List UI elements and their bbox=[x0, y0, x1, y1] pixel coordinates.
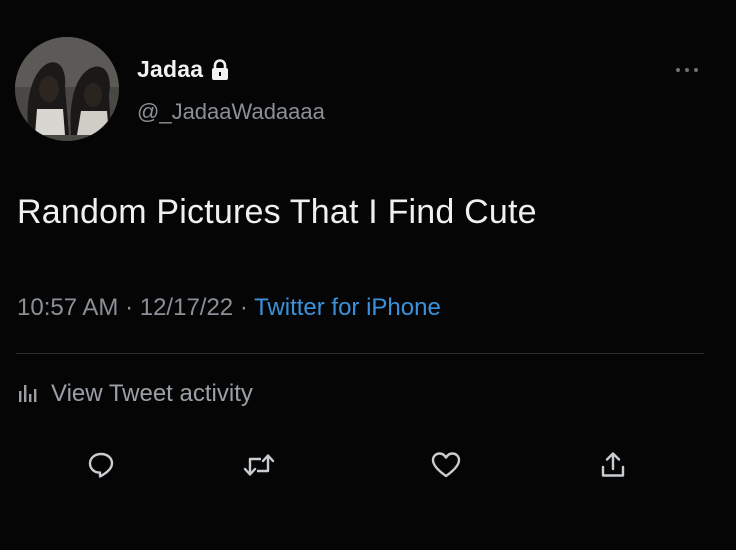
avatar-photo bbox=[15, 37, 119, 141]
tweet-meta: 10:57 AM · 12/17/22 · Twitter for iPhone bbox=[17, 294, 441, 322]
tweet-source-link[interactable]: Twitter for iPhone bbox=[254, 294, 441, 321]
tweet-time[interactable]: 10:57 AM bbox=[17, 294, 118, 321]
tweet-actions bbox=[0, 445, 736, 489]
view-tweet-activity-button[interactable]: View Tweet activity bbox=[17, 380, 253, 408]
more-icon[interactable] bbox=[672, 63, 702, 77]
share-button[interactable] bbox=[591, 445, 635, 489]
tweet-text: Random Pictures That I Find Cute bbox=[17, 193, 537, 231]
display-name[interactable]: Jadaa bbox=[137, 56, 203, 83]
tweet-detail: Jadaa @_JadaaWadaaaa Random Pictures Tha… bbox=[0, 0, 736, 550]
meta-separator: · bbox=[118, 294, 140, 321]
heart-icon bbox=[430, 450, 462, 485]
lock-icon bbox=[211, 58, 229, 81]
reply-icon bbox=[86, 450, 116, 485]
retweet-button[interactable] bbox=[237, 445, 281, 489]
reply-button[interactable] bbox=[79, 445, 123, 489]
share-icon bbox=[598, 450, 628, 485]
avatar[interactable] bbox=[15, 37, 119, 141]
author-name-row: Jadaa bbox=[137, 56, 229, 83]
tweet-date[interactable]: 12/17/22 bbox=[140, 294, 233, 321]
like-button[interactable] bbox=[424, 445, 468, 489]
bar-chart-icon bbox=[17, 381, 39, 408]
view-tweet-activity-label: View Tweet activity bbox=[51, 380, 253, 407]
user-handle[interactable]: @_JadaaWadaaaa bbox=[137, 99, 325, 125]
retweet-icon bbox=[242, 450, 276, 485]
meta-separator: · bbox=[233, 294, 255, 321]
divider bbox=[16, 353, 704, 354]
